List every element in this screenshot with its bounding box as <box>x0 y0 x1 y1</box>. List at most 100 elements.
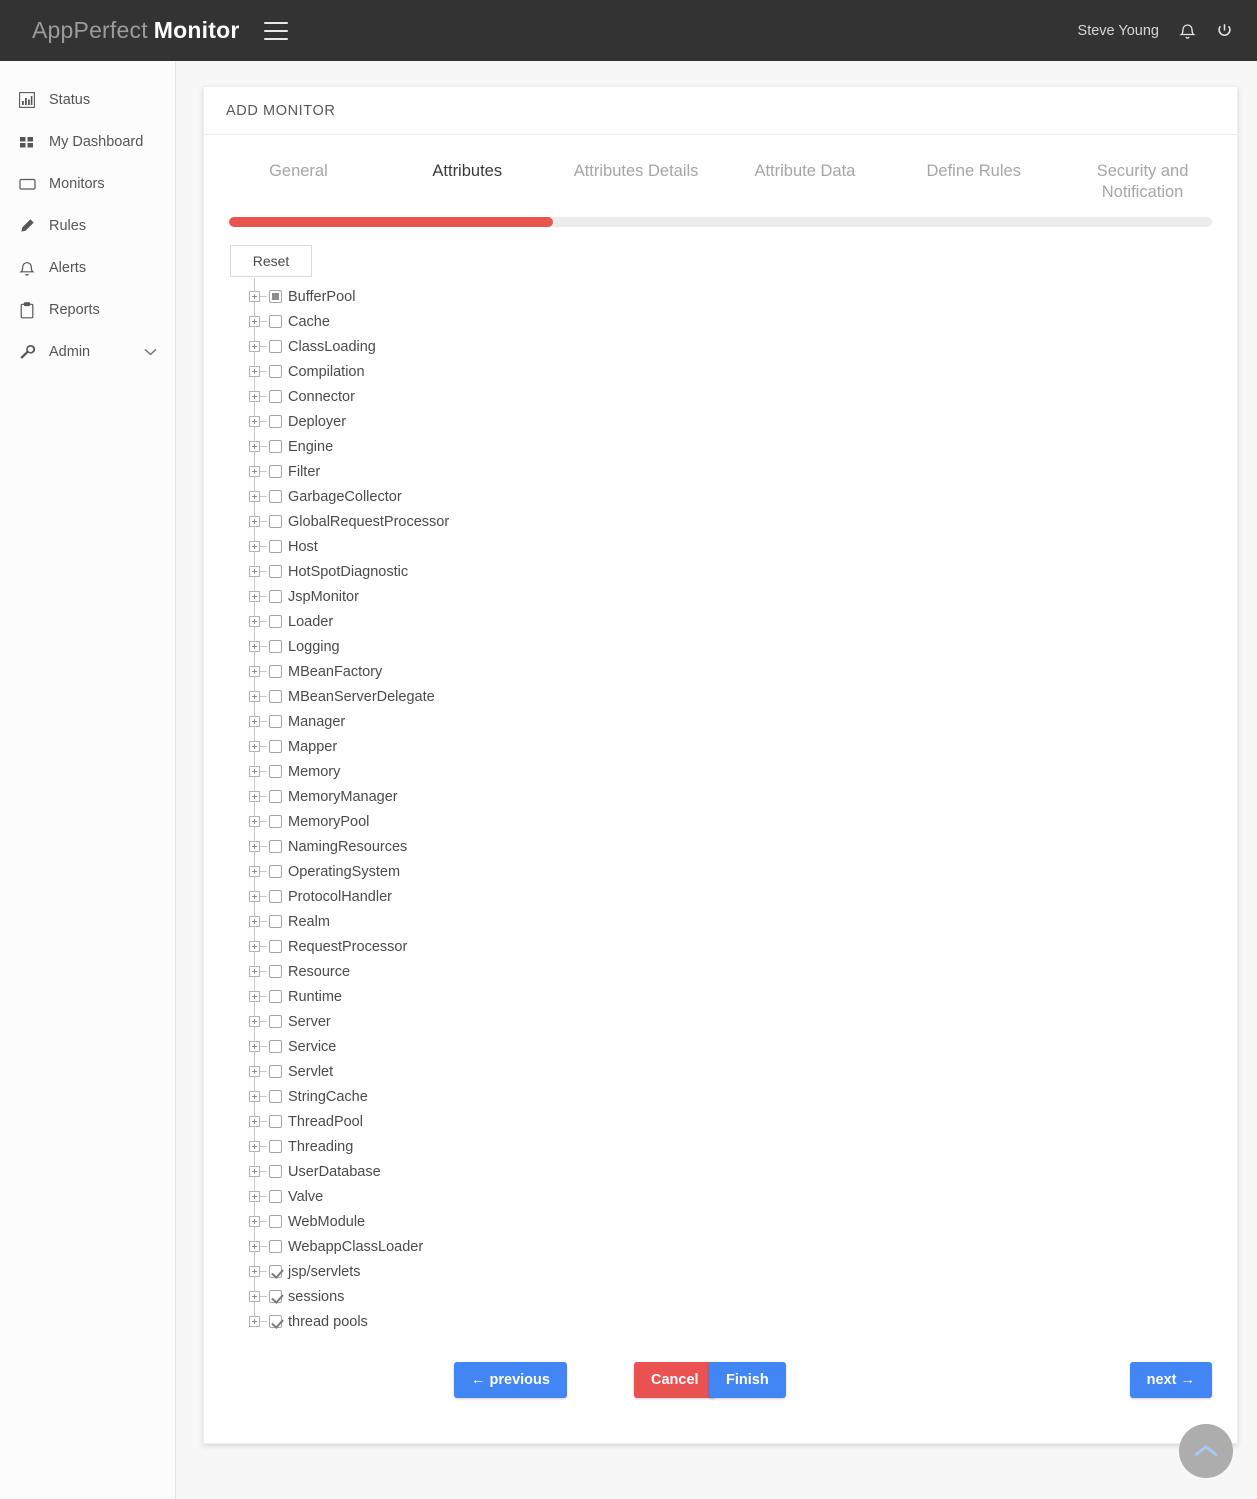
tree-checkbox[interactable] <box>269 1240 282 1253</box>
tree-row[interactable]: WebappClassLoader <box>248 1234 1237 1259</box>
power-icon[interactable] <box>1216 22 1233 40</box>
previous-button[interactable]: ← previous <box>454 1362 567 1398</box>
tree-row[interactable]: Logging <box>248 634 1237 659</box>
cancel-button[interactable]: Cancel <box>634 1362 716 1398</box>
expand-plus-icon[interactable] <box>249 1241 260 1252</box>
tree-row[interactable]: Manager <box>248 709 1237 734</box>
expand-plus-icon[interactable] <box>249 591 260 602</box>
tree-checkbox[interactable] <box>269 765 282 778</box>
tree-row[interactable]: RequestProcessor <box>248 934 1237 959</box>
tree-row[interactable]: sessions <box>248 1284 1237 1309</box>
expand-plus-icon[interactable] <box>249 991 260 1002</box>
expand-plus-icon[interactable] <box>249 1016 260 1027</box>
expand-plus-icon[interactable] <box>249 541 260 552</box>
tree-row[interactable]: ThreadPool <box>248 1109 1237 1134</box>
expand-plus-icon[interactable] <box>249 1141 260 1152</box>
tab-attribute-data[interactable]: Attribute Data <box>720 161 889 182</box>
tree-checkbox[interactable] <box>269 540 282 553</box>
tree-row[interactable]: Valve <box>248 1184 1237 1209</box>
expand-plus-icon[interactable] <box>249 1316 260 1327</box>
tab-attributes-details[interactable]: Attributes Details <box>552 161 721 182</box>
tree-row[interactable]: JspMonitor <box>248 584 1237 609</box>
tree-row[interactable]: UserDatabase <box>248 1159 1237 1184</box>
tree-checkbox[interactable] <box>269 440 282 453</box>
expand-plus-icon[interactable] <box>249 566 260 577</box>
tree-checkbox[interactable] <box>269 890 282 903</box>
tree-row[interactable]: Memory <box>248 759 1237 784</box>
expand-plus-icon[interactable] <box>249 1091 260 1102</box>
tree-checkbox[interactable] <box>269 865 282 878</box>
tree-row[interactable]: jsp/servlets <box>248 1259 1237 1284</box>
tree-checkbox[interactable] <box>269 915 282 928</box>
tree-row[interactable]: Resource <box>248 959 1237 984</box>
expand-plus-icon[interactable] <box>249 491 260 502</box>
expand-plus-icon[interactable] <box>249 866 260 877</box>
expand-plus-icon[interactable] <box>249 1266 260 1277</box>
tree-row[interactable]: Mapper <box>248 734 1237 759</box>
sidebar-item-status[interactable]: Status <box>0 79 175 121</box>
sidebar-item-admin[interactable]: Admin <box>0 331 175 373</box>
tree-checkbox[interactable] <box>269 665 282 678</box>
tree-row[interactable]: MBeanFactory <box>248 659 1237 684</box>
tree-checkbox[interactable] <box>269 590 282 603</box>
tree-checkbox[interactable] <box>269 940 282 953</box>
scroll-to-top-button[interactable] <box>1179 1424 1233 1478</box>
tree-row[interactable]: Connector <box>248 384 1237 409</box>
tree-checkbox[interactable] <box>269 565 282 578</box>
expand-plus-icon[interactable] <box>249 791 260 802</box>
tree-checkbox[interactable] <box>269 1190 282 1203</box>
tree-checkbox[interactable] <box>269 615 282 628</box>
tree-checkbox[interactable] <box>269 315 282 328</box>
expand-plus-icon[interactable] <box>249 466 260 477</box>
tree-checkbox[interactable] <box>269 1015 282 1028</box>
tree-row[interactable]: MemoryPool <box>248 809 1237 834</box>
tree-checkbox[interactable] <box>269 990 282 1003</box>
tab-attributes[interactable]: Attributes <box>383 161 552 182</box>
expand-plus-icon[interactable] <box>249 741 260 752</box>
expand-plus-icon[interactable] <box>249 366 260 377</box>
expand-plus-icon[interactable] <box>249 516 260 527</box>
tree-checkbox[interactable] <box>269 1265 282 1278</box>
tree-row[interactable]: ClassLoading <box>248 334 1237 359</box>
tree-row[interactable]: Realm <box>248 909 1237 934</box>
tree-row[interactable]: Engine <box>248 434 1237 459</box>
tree-checkbox[interactable] <box>269 815 282 828</box>
sidebar-item-rules[interactable]: Rules <box>0 205 175 247</box>
tree-checkbox[interactable] <box>269 340 282 353</box>
tree-row[interactable]: StringCache <box>248 1084 1237 1109</box>
expand-plus-icon[interactable] <box>249 291 260 302</box>
tree-checkbox[interactable] <box>269 1040 282 1053</box>
tree-checkbox[interactable] <box>269 415 282 428</box>
tree-row[interactable]: NamingResources <box>248 834 1237 859</box>
tree-row[interactable]: Deployer <box>248 409 1237 434</box>
tree-row[interactable]: WebModule <box>248 1209 1237 1234</box>
expand-plus-icon[interactable] <box>249 716 260 727</box>
tree-row[interactable]: Runtime <box>248 984 1237 1009</box>
reset-button[interactable]: Reset <box>230 245 312 277</box>
expand-plus-icon[interactable] <box>249 816 260 827</box>
expand-plus-icon[interactable] <box>249 316 260 327</box>
tree-checkbox[interactable] <box>269 515 282 528</box>
tree-checkbox[interactable] <box>269 1215 282 1228</box>
tab-define-rules[interactable]: Define Rules <box>889 161 1058 182</box>
expand-plus-icon[interactable] <box>249 341 260 352</box>
expand-plus-icon[interactable] <box>249 666 260 677</box>
tree-row[interactable]: Cache <box>248 309 1237 334</box>
next-button[interactable]: next → <box>1129 1362 1212 1398</box>
tree-row[interactable]: ProtocolHandler <box>248 884 1237 909</box>
tree-row[interactable]: Loader <box>248 609 1237 634</box>
tree-row[interactable]: Host <box>248 534 1237 559</box>
expand-plus-icon[interactable] <box>249 841 260 852</box>
tab-general[interactable]: General <box>214 161 383 182</box>
tree-row[interactable]: HotSpotDiagnostic <box>248 559 1237 584</box>
tab-security-and-notification[interactable]: Security and Notification <box>1058 161 1227 203</box>
tree-checkbox[interactable] <box>269 690 282 703</box>
sidebar-item-monitors[interactable]: Monitors <box>0 163 175 205</box>
expand-plus-icon[interactable] <box>249 766 260 777</box>
tree-checkbox[interactable] <box>269 715 282 728</box>
expand-plus-icon[interactable] <box>249 941 260 952</box>
expand-plus-icon[interactable] <box>249 616 260 627</box>
tree-checkbox[interactable] <box>269 1315 282 1328</box>
expand-plus-icon[interactable] <box>249 966 260 977</box>
tree-checkbox[interactable] <box>269 1165 282 1178</box>
